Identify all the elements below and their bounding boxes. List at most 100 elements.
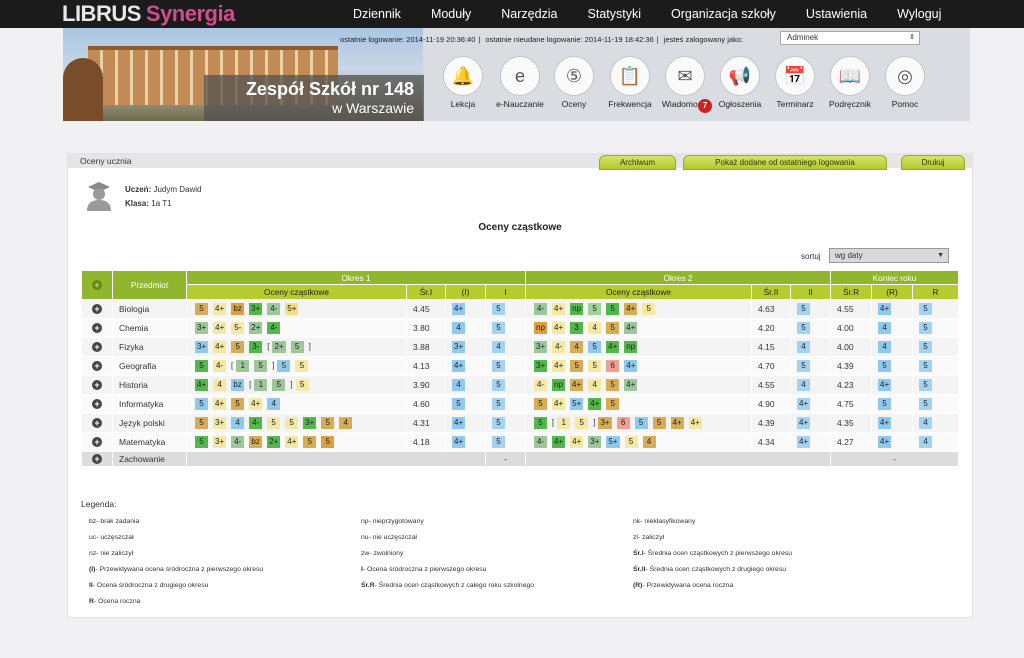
grade-badge[interactable]: 4- [552,341,566,353]
grade-badge[interactable]: 4+ [624,322,638,334]
grade-badge[interactable]: 4+ [552,360,566,372]
nav-e-learning-button[interactable]: e e-Nauczanie [495,56,545,109]
predR-grade[interactable]: 4+ [878,303,892,315]
grade-badge[interactable]: 5 [588,303,602,315]
grade-badge[interactable]: 5 [606,303,620,315]
grade-badge[interactable]: 4 [570,341,584,353]
grade-badge[interactable]: 5 [295,379,309,391]
grade-badge[interactable]: 4+ [213,322,227,334]
final1-grade[interactable]: 4 [492,341,505,353]
grade-badge[interactable]: 5 [624,436,638,448]
grade-badge[interactable]: 5 [195,303,208,315]
nav-megaphone-button[interactable]: 📢 Ogłoszenia [715,56,765,109]
grade-badge[interactable]: 5+ [570,398,584,410]
grade-badge[interactable]: 5 [195,398,208,410]
grade-badge[interactable]: 4+ [552,398,566,410]
finalR-grade[interactable]: 5 [919,398,933,410]
pred1-grade[interactable]: 5 [452,398,465,410]
grade-badge[interactable]: 5 [277,360,291,372]
final2-grade[interactable]: 5 [797,303,810,315]
grade-badge[interactable]: 5 [534,417,547,429]
pred1-grade[interactable]: 4+ [452,417,466,429]
grade-badge[interactable]: 4- [249,417,263,429]
grade-badge[interactable]: 4+ [213,303,227,315]
top-nav-item[interactable]: Wyloguj [882,0,956,28]
grade-badge[interactable]: 4+ [624,303,638,315]
nav-grades-button[interactable]: ⑤ Oceny [549,56,599,109]
grade-badge[interactable]: 4 [213,379,227,391]
nav-lifebuoy-button[interactable]: ◎ Pomoc [880,56,930,109]
final2-grade[interactable]: 4 [797,341,810,353]
expand-plus-icon[interactable]: + [92,323,102,333]
role-select[interactable]: Adminek ⇕ [780,31,920,45]
final2-grade[interactable]: 5 [797,322,810,334]
expand-plus-icon[interactable]: + [92,418,102,428]
grade-badge[interactable]: 2+ [249,322,263,334]
predR-grade[interactable]: 4+ [878,417,892,429]
grade-badge[interactable]: 5 [642,303,656,315]
grade-badge[interactable]: 4+ [688,417,702,429]
grade-badge[interactable]: 3+ [249,303,263,315]
grade-badge[interactable]: 4+ [606,341,620,353]
nav-attendance-button[interactable]: 📋 Frekwencja [605,56,655,109]
grade-badge[interactable]: 5 [195,360,208,372]
finalR-grade[interactable]: 5 [919,379,933,391]
finalR-grade[interactable]: 5 [919,322,933,334]
grade-badge[interactable]: bz [231,303,245,315]
final1-grade[interactable]: 5 [492,322,505,334]
grade-badge[interactable]: 3+ [213,436,227,448]
grade-badge[interactable]: 5 [231,341,245,353]
grade-badge[interactable]: 4+ [552,436,566,448]
finalR-grade[interactable]: 5 [919,341,933,353]
pred1-grade[interactable]: 4+ [452,360,466,372]
final1-grade[interactable]: 5 [492,303,505,315]
pred1-grade[interactable]: 4 [452,322,465,334]
final2-grade[interactable]: 4+ [797,417,811,429]
grade-badge[interactable]: 3+ [213,417,227,429]
grade-badge[interactable]: 5 [652,417,666,429]
grade-badge[interactable]: 2+ [272,341,286,353]
top-nav-item[interactable]: Moduły [416,0,486,28]
grade-badge[interactable]: np [534,322,547,334]
nav-calendar-button[interactable]: 📅 Terminarz [770,56,820,109]
grade-badge[interactable]: 5 [321,436,335,448]
grade-badge[interactable]: 4- [534,379,547,391]
finalR-grade[interactable]: 5 [919,360,933,372]
predR-grade[interactable]: 5 [878,398,892,410]
grade-badge[interactable]: 2+ [267,436,281,448]
grade-badge[interactable]: 4+ [552,322,566,334]
nav-bell-button[interactable]: 🔔 Lekcja [438,56,488,109]
grade-badge[interactable]: 4+ [213,398,227,410]
grade-badge[interactable]: 5 [570,360,584,372]
predR-grade[interactable]: 4 [878,322,892,334]
grade-badge[interactable]: 4+ [588,398,602,410]
pred1-grade[interactable]: 4+ [452,303,466,315]
grade-badge[interactable]: 3+ [195,341,209,353]
grade-badge[interactable]: 4- [267,303,281,315]
finalR-grade[interactable]: 4 [919,417,933,429]
grade-badge[interactable]: 5 [606,398,620,410]
grade-badge[interactable]: 4+ [552,303,566,315]
final2-grade[interactable]: 5 [797,360,810,372]
grade-badge[interactable]: bz [249,436,263,448]
grade-badge[interactable]: 5 [321,417,335,429]
pred1-grade[interactable]: 4 [452,379,465,391]
expand-plus-icon[interactable]: + [92,454,102,464]
expand-all-toggle[interactable]: + [81,270,113,300]
grade-badge[interactable]: 4 [588,322,602,334]
grade-badge[interactable]: 4 [642,436,656,448]
librus-logo[interactable]: LIBRUS Synergia [62,0,235,28]
grade-badge[interactable]: 1 [557,417,571,429]
grade-badge[interactable]: 4- [231,436,245,448]
grade-badge[interactable]: 4+ [624,379,638,391]
grade-badge[interactable]: 4+ [195,379,209,391]
grade-badge[interactable]: 3+ [303,417,317,429]
grade-badge[interactable]: 6 [606,360,620,372]
grade-badge[interactable]: 6 [616,417,630,429]
show-new-button[interactable]: Pokaż dodane od ostatniego logowania [683,155,887,170]
grade-badge[interactable]: 5 [588,360,602,372]
grade-badge[interactable]: 5 [303,436,317,448]
top-nav-item[interactable]: Ustawienia [791,0,882,28]
grade-badge[interactable]: 4+ [285,436,299,448]
grade-badge[interactable]: np [624,341,638,353]
